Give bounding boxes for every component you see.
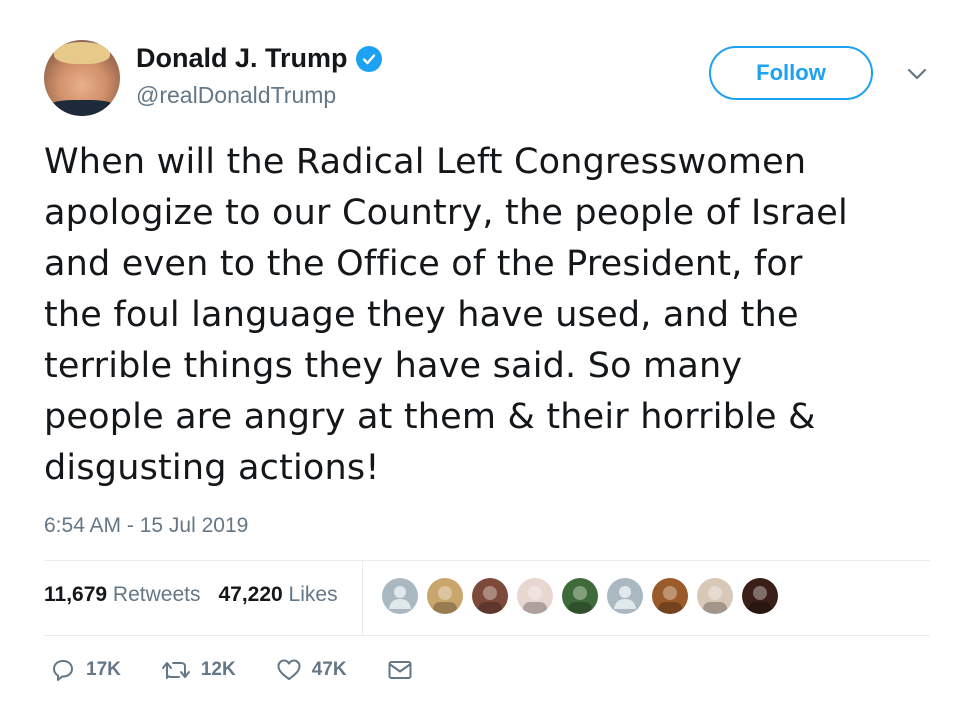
liker-avatar[interactable]	[742, 578, 778, 614]
divider	[44, 560, 930, 561]
likes-count: 47,220	[218, 583, 283, 606]
retweets-count: 11,679	[44, 583, 108, 606]
liker-avatar[interactable]	[472, 578, 508, 614]
direct-message-action[interactable]	[387, 659, 423, 681]
author-name-row: Donald J. Trump	[136, 43, 382, 74]
tweet-line: and even to the Office of the President,…	[44, 244, 803, 284]
follow-button[interactable]: Follow	[709, 46, 873, 100]
likes-stat[interactable]: 47,220 Likes	[218, 583, 337, 607]
tweet-line: When will the Radical Left Congresswomen	[44, 142, 807, 182]
retweet-icon	[161, 662, 190, 679]
profile-avatar[interactable]	[44, 40, 120, 116]
retweets-label: Retweets	[112, 583, 201, 606]
verified-badge-icon	[355, 45, 382, 72]
tweet-text: When will the Radical Left Congresswomen…	[44, 137, 944, 494]
tweet-line: the foul language they have used, and th…	[44, 295, 799, 335]
liker-avatar[interactable]	[697, 578, 733, 614]
default-avatar-icon[interactable]	[607, 578, 643, 614]
author-handle[interactable]: @realDonaldTrump	[136, 82, 336, 109]
chevron-down-icon[interactable]	[906, 66, 928, 82]
tweet-line: people are angry at them & their horribl…	[44, 397, 816, 437]
default-avatar-icon[interactable]	[382, 578, 418, 614]
tweet-line: terrible things they have said. So many	[44, 346, 743, 386]
divider	[44, 635, 930, 636]
stats-separator	[362, 561, 363, 635]
reply-action[interactable]: 17K	[50, 658, 121, 682]
liker-avatar[interactable]	[562, 578, 598, 614]
envelope-icon	[388, 661, 412, 679]
liker-avatars	[382, 578, 787, 614]
tweet-timestamp[interactable]: 6:54 AM - 15 Jul 2019	[44, 514, 248, 538]
tweet-line: disgusting actions!	[44, 448, 380, 488]
like-action[interactable]: 47K	[276, 658, 347, 682]
retweet-action[interactable]: 12K	[161, 659, 236, 681]
like-count: 47K	[311, 659, 347, 680]
tweet-actions: 17K 12K 47K	[50, 658, 463, 682]
reply-icon	[53, 660, 73, 681]
tweet-line: apologize to our Country, the people of …	[44, 193, 848, 233]
retweets-stat[interactable]: 11,679 Retweets	[44, 583, 200, 607]
reply-count: 17K	[86, 659, 121, 680]
avatar-suit	[44, 100, 120, 116]
heart-icon	[277, 659, 301, 680]
liker-avatar[interactable]	[652, 578, 688, 614]
engagement-stats: 11,679 Retweets 47,220 Likes	[44, 583, 356, 607]
likes-label: Likes	[288, 583, 338, 606]
liker-avatar[interactable]	[517, 578, 553, 614]
avatar-hair	[54, 42, 110, 64]
liker-avatar[interactable]	[427, 578, 463, 614]
author-name[interactable]: Donald J. Trump	[136, 43, 348, 74]
retweet-count: 12K	[200, 659, 236, 680]
